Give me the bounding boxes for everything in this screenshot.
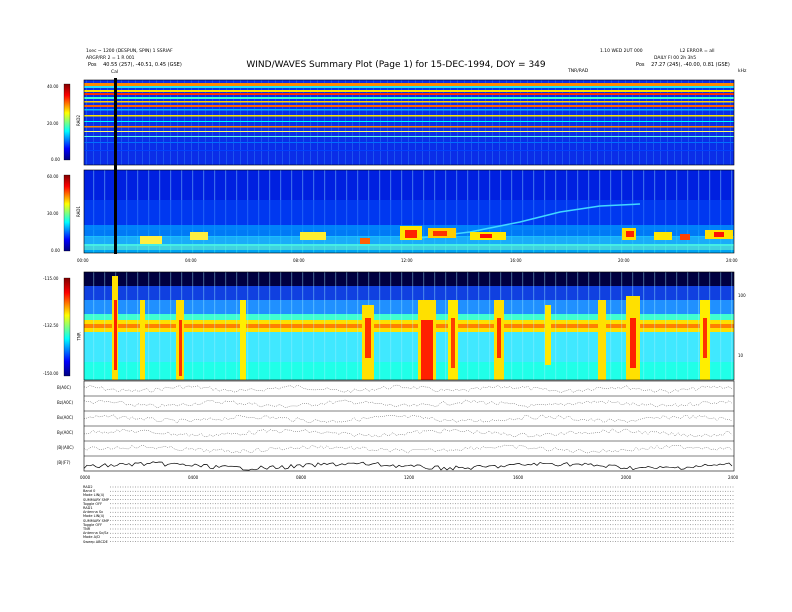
- cal-marker-line: [114, 78, 117, 254]
- line-label-5: |B|(F7): [57, 460, 71, 465]
- time-tick-5: 20:00: [618, 258, 630, 263]
- rad2-tick-mid: 20.00: [47, 121, 59, 126]
- line-traces: [83, 384, 733, 471]
- rad1-tick-bottom: 0.00: [51, 248, 60, 253]
- trace-4: [83, 444, 733, 454]
- line-label-3: By(A0C): [57, 430, 74, 435]
- rad2-tick-bottom: 0.00: [51, 157, 60, 162]
- tnr-tick-bottom: -150.00: [43, 371, 59, 376]
- rad1-tick-mid: 30.00: [47, 211, 59, 216]
- time-tick-0: 00:00: [77, 258, 89, 263]
- rad1-tick-top: 60.00: [47, 174, 59, 179]
- time-tick-1: 04:00: [185, 258, 197, 263]
- trace-2: [83, 414, 733, 424]
- bottom-time-tick-5: 2000: [621, 475, 632, 480]
- status-dotted-rows: [110, 486, 734, 542]
- tnr-tick-mid: -132.50: [43, 323, 59, 328]
- bottom-time-tick-6: 2400: [728, 475, 739, 480]
- trace-0: [83, 384, 733, 394]
- rad2-label: RAD2: [75, 115, 81, 126]
- bottom-time-tick-3: 1200: [404, 475, 415, 480]
- rad2-colorbar: [63, 83, 71, 161]
- rad1-panel: [84, 170, 734, 253]
- line-label-2: Bx(A0C): [57, 415, 74, 420]
- bottom-time-tick-1: 0400: [188, 475, 199, 480]
- rad1-colorbar: [63, 174, 71, 252]
- tnr-panel: [84, 272, 734, 380]
- trace-5: [83, 461, 733, 471]
- line-label-4: |B|(A0C): [57, 445, 74, 450]
- bottom-time-tick-4: 1600: [513, 475, 524, 480]
- time-tick-4: 16:00: [510, 258, 522, 263]
- tnr-label: TNR: [76, 332, 82, 341]
- status-line: Sweep ABCDE: [83, 539, 108, 544]
- rad1-label: RAD1: [75, 206, 81, 217]
- tnr-right-tick-10: 10: [738, 353, 744, 358]
- plot-canvas: [63, 78, 735, 542]
- tnr-colorbar: [63, 277, 71, 377]
- time-tick-6: 24:00: [726, 258, 738, 263]
- trace-3: [83, 428, 733, 438]
- time-tick-2: 08:00: [293, 258, 305, 263]
- summary-plot-page: WIND/WAVES Summary Plot (Page 1) for 15-…: [0, 0, 792, 612]
- trace-1: [83, 399, 733, 409]
- status-block: RAD2 Band 0 Mode LIN(4) SUMMARY SMP Togg…: [83, 485, 109, 544]
- bottom-time-tick-0: 0000: [80, 475, 91, 480]
- line-label-1: Bz(A0C): [57, 400, 74, 405]
- time-tick-3: 12:00: [401, 258, 413, 263]
- tnr-tick-top: -115.00: [43, 276, 59, 281]
- rad2-panel: [84, 80, 734, 165]
- line-label-0: B(A0C): [57, 385, 71, 390]
- rad2-tick-top: 40.00: [47, 84, 59, 89]
- tnr-right-tick-100: 100: [738, 293, 746, 298]
- bottom-time-tick-2: 0800: [296, 475, 307, 480]
